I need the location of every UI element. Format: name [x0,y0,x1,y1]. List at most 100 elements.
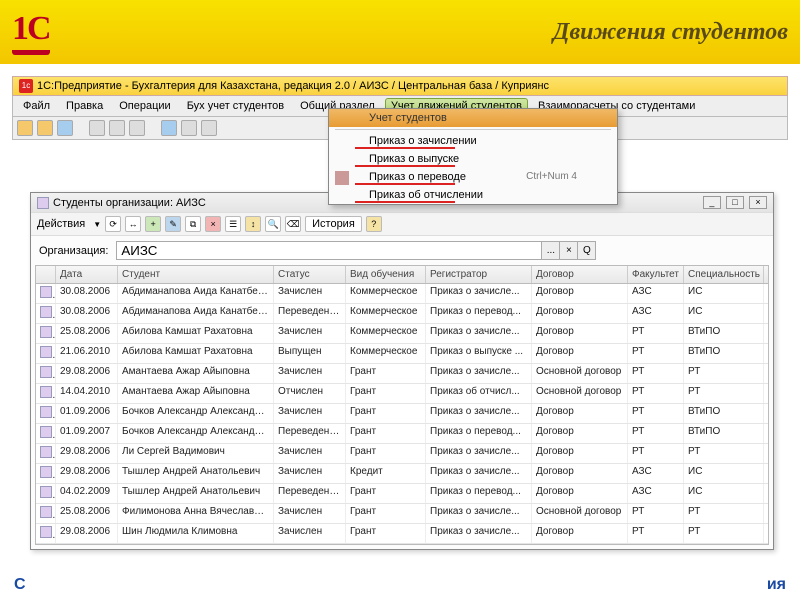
cell-spec: ИС [684,304,764,323]
menu-edit[interactable]: Правка [60,98,109,114]
cell-vid: Грант [346,484,426,503]
row-icon [40,526,52,538]
col-fac[interactable]: Факультет [628,266,684,283]
grid-body[interactable]: 30.08.2006Абдиманапова Аида Канатбеко...… [36,284,768,544]
cell-student: Тышлер Андрей Анатольевич [118,484,274,503]
table-row[interactable]: 30.08.2006Абдиманапова Аида Канатбеко...… [36,304,768,324]
cell-status: Зачислен [274,404,346,423]
tb-search-icon[interactable] [161,120,177,136]
table-row[interactable]: 04.02.2009Тышлер Андрей АнатольевичПерев… [36,484,768,504]
dropdown-header[interactable]: Учет студентов [329,109,617,127]
menu-order-enroll[interactable]: Приказ о зачислении [329,132,617,150]
wtb-delete-icon[interactable]: × [205,216,221,232]
cell-date: 14.04.2010 [56,384,118,403]
col-dog[interactable]: Договор [532,266,628,283]
table-row[interactable]: 29.08.2006Шин Людмила КлимовнаЗачисленГр… [36,524,768,544]
tb-open-icon[interactable] [37,120,53,136]
cell-fac: РТ [628,504,684,523]
red-underline-icon [355,183,455,185]
footer-left: С [14,576,26,594]
wtb-help-icon[interactable]: ? [366,216,382,232]
tb-help-icon[interactable] [201,120,217,136]
close-button[interactable]: × [749,196,767,209]
menu-order-graduate[interactable]: Приказ о выпуске [329,150,617,168]
col-date[interactable]: Дата [56,266,118,283]
table-row[interactable]: 14.04.2010Амантаева Ажар АйыповнаОтчисле… [36,384,768,404]
cell-fac: АЗС [628,284,684,303]
menu-file[interactable]: Файл [17,98,56,114]
tb-new-icon[interactable] [17,120,33,136]
cell-vid: Грант [346,364,426,383]
tb-copy-icon[interactable] [109,120,125,136]
open-button[interactable]: Q [578,241,596,260]
cell-vid: Грант [346,524,426,543]
col-student[interactable]: Студент [118,266,274,283]
col-spec[interactable]: Специальность [684,266,764,283]
wtb-refresh-icon[interactable]: ⟳ [105,216,121,232]
col-reg[interactable]: Регистратор [426,266,532,283]
table-row[interactable]: 01.09.2007Бочков Александр Александро...… [36,424,768,444]
table-row[interactable]: 25.08.2006Абилова Камшат РахатовнаЗачисл… [36,324,768,344]
cell-vid: Коммерческое [346,304,426,323]
wtb-clear-icon[interactable]: ⌫ [285,216,301,232]
window-icon [37,197,49,209]
tb-save-icon[interactable] [57,120,73,136]
col-vid[interactable]: Вид обучения [346,266,426,283]
table-row[interactable]: 21.06.2010Абилова Камшат РахатовнаВыпуще… [36,344,768,364]
wtb-copy-icon[interactable]: ⧉ [185,216,201,232]
table-row[interactable]: 30.08.2006Абдиманапова Аида Канатбеко...… [36,284,768,304]
cell-dog: Договор [532,344,628,363]
footer-right: ия [767,576,786,594]
app-icon: 1c [19,79,33,93]
table-row[interactable]: 25.08.2006Филимонова Анна ВячеславовнаЗа… [36,504,768,524]
tb-paste-icon[interactable] [129,120,145,136]
tb-refresh-icon[interactable] [181,120,197,136]
table-row[interactable]: 29.08.2006Ли Сергей ВадимовичЗачисленГра… [36,444,768,464]
red-underline-icon [355,147,455,149]
row-icon [40,306,52,318]
menu-accounting[interactable]: Бух учет студентов [181,98,290,114]
cell-fac: РТ [628,344,684,363]
window-toolbar: Действия ▼ ⟳ ↔ + ✎ ⧉ × ☰ ↕ 🔍 ⌫ История ? [31,212,773,236]
cell-reg: Приказ о зачисле... [426,504,532,523]
wtb-sort-icon[interactable]: ↕ [245,216,261,232]
cell-student: Абилова Камшат Рахатовна [118,324,274,343]
actions-label[interactable]: Действия [37,218,85,230]
wtb-find-icon[interactable]: 🔍 [265,216,281,232]
cell-status: Зачислен [274,464,346,483]
tb-cut-icon[interactable] [89,120,105,136]
select-button[interactable]: ... [542,241,560,260]
table-row[interactable]: 29.08.2006Амантаева Ажар АйыповнаЗачисле… [36,364,768,384]
students-window: Студенты организации: АИЗС _ □ × Действи… [30,192,774,550]
wtb-add-icon[interactable]: + [145,216,161,232]
logo-1c: 1C [12,10,50,55]
window-title: Студенты организации: АИЗС [53,197,206,209]
cell-vid: Коммерческое [346,324,426,343]
cell-status: Зачислен [274,324,346,343]
table-row[interactable]: 01.09.2006Бочков Александр Александро...… [36,404,768,424]
cell-vid: Грант [346,404,426,423]
minimize-button[interactable]: _ [703,196,721,209]
menu-order-transfer[interactable]: Приказ о переводе Ctrl+Num 4 [329,168,617,186]
red-underline-icon [355,201,455,203]
cell-vid: Грант [346,444,426,463]
table-row[interactable]: 29.08.2006Тышлер Андрей АнатольевичЗачис… [36,464,768,484]
cell-reg: Приказ о перевод... [426,304,532,323]
maximize-button[interactable]: □ [726,196,744,209]
col-icon[interactable] [36,266,56,283]
cell-fac: РТ [628,444,684,463]
wtb-nav-icon[interactable]: ↔ [125,216,141,232]
row-icon [40,286,52,298]
menu-order-expel[interactable]: Приказ об отчислении [329,186,617,204]
cell-dog: Договор [532,464,628,483]
wtb-filter-icon[interactable]: ☰ [225,216,241,232]
clear-button[interactable]: × [560,241,578,260]
org-input[interactable] [116,241,542,260]
col-status[interactable]: Статус [274,266,346,283]
cell-student: Абдиманапова Аида Канатбеко... [118,284,274,303]
wtb-edit-icon[interactable]: ✎ [165,216,181,232]
menu-operations[interactable]: Операции [113,98,176,114]
app-titlebar: 1c 1С:Предприятие - Бухгалтерия для Каза… [12,76,788,96]
cell-status: Отчислен [274,384,346,403]
history-button[interactable]: История [305,216,362,232]
